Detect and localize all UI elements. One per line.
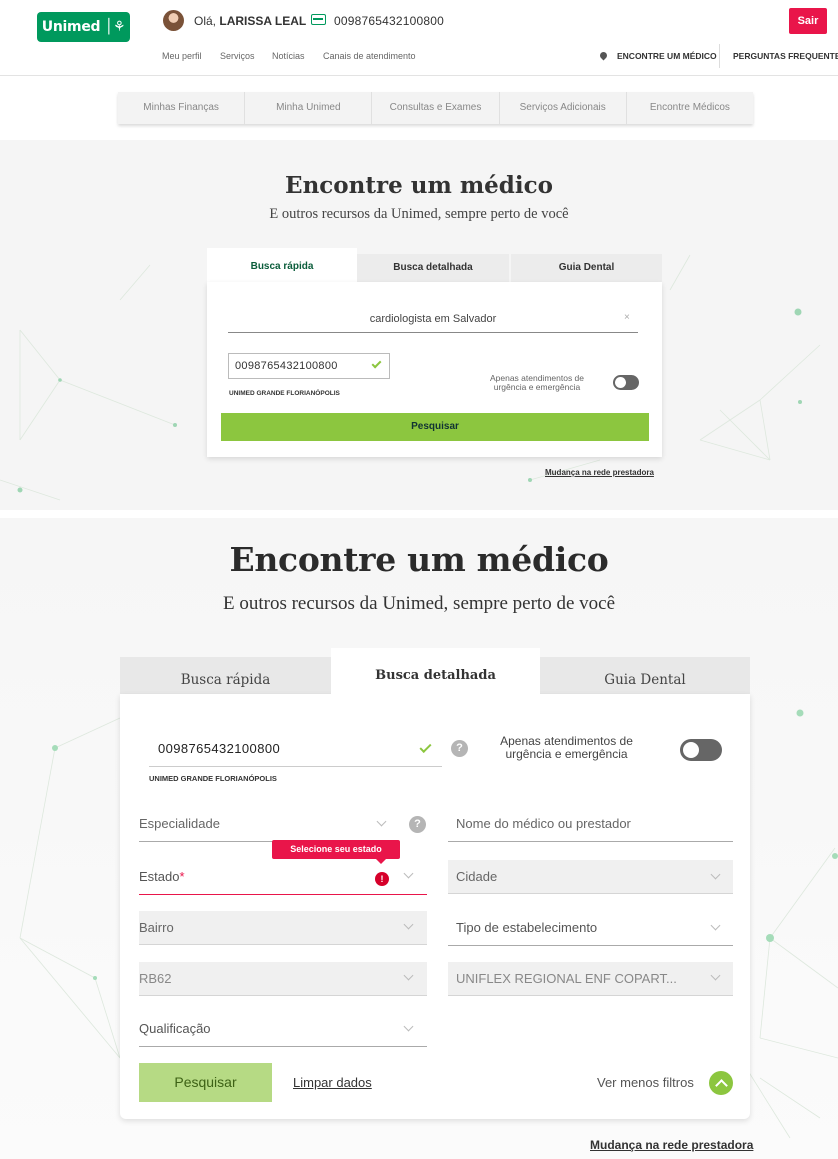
- user-avatar[interactable]: [163, 10, 184, 31]
- card-number-field[interactable]: 0098765432100800: [149, 737, 442, 767]
- detailed-page-subtitle: E outros recursos da Unimed, sempre pert…: [222, 593, 615, 614]
- fewer-filters-label[interactable]: Ver menos filtros: [597, 1075, 694, 1090]
- chevron-up-icon[interactable]: [709, 1071, 733, 1095]
- network-change-link[interactable]: Mudança na rede prestadora: [590, 1138, 753, 1152]
- tab-detailed-search-small[interactable]: Busca detalhada: [357, 254, 509, 282]
- nav-link-profile[interactable]: Meu perfil: [162, 51, 202, 61]
- network-change-link-small[interactable]: Mudança na rede prestadora: [545, 468, 654, 477]
- card-help-icon[interactable]: ?: [451, 740, 468, 757]
- required-mark: *: [179, 869, 185, 884]
- main-tab-my-unimed[interactable]: Minha Unimed: [245, 92, 373, 124]
- header-card-number[interactable]: 0098765432100800: [334, 14, 444, 28]
- operator-name: UNIMED GRANDE FLORIANÓPOLIS: [149, 774, 277, 783]
- clear-data-link[interactable]: Limpar dados: [293, 1075, 372, 1090]
- urgency-only-label: Apenas atendimentos de urgência e emergê…: [500, 734, 633, 761]
- nav-link-services[interactable]: Serviços: [220, 51, 255, 61]
- urgency-toggle[interactable]: [680, 739, 722, 761]
- tab-detailed-search[interactable]: Busca detalhada: [331, 648, 540, 706]
- urgency-toggle-small[interactable]: [613, 375, 639, 390]
- health-card-icon: [311, 14, 326, 25]
- quick-page-title: Encontre um médico: [285, 172, 553, 199]
- quick-search-input[interactable]: cardiologista em Salvador: [228, 306, 638, 333]
- header-divider: [719, 44, 720, 68]
- quick-search-tabs: Busca detalhada Guia Dental Busca rápida: [207, 248, 662, 282]
- unimed-logo[interactable]: Unimed │⚘: [37, 12, 130, 42]
- specialty-select[interactable]: Especialidade: [139, 804, 392, 842]
- greeting-prefix: Olá,: [194, 14, 217, 28]
- city-select[interactable]: Cidade: [448, 860, 733, 894]
- operator-name-small: UNIMED GRANDE FLORIANÓPOLIS: [229, 390, 340, 397]
- state-label: Estado: [139, 869, 180, 884]
- logout-button[interactable]: Sair: [789, 8, 827, 34]
- main-tab-finances[interactable]: Minhas Finanças: [118, 92, 246, 124]
- user-name[interactable]: LARISSA LEAL: [219, 14, 306, 28]
- user-greeting: Olá, LARISSA LEAL: [194, 14, 306, 28]
- establishment-type-select[interactable]: Tipo de estabelecimento: [448, 908, 733, 946]
- doctor-name-input[interactable]: Nome do médico ou prestador: [448, 804, 733, 842]
- main-tabs: Minhas Finanças Minha Unimed Consultas e…: [118, 92, 753, 124]
- search-button[interactable]: Pesquisar: [139, 1063, 272, 1102]
- nav-link-news[interactable]: Notícias: [272, 51, 305, 61]
- neighborhood-select[interactable]: Bairro: [139, 911, 427, 945]
- search-button-small[interactable]: Pesquisar: [221, 413, 649, 441]
- card-number-field-small[interactable]: 0098765432100800: [228, 353, 390, 379]
- plan-select[interactable]: UNIFLEX REGIONAL ENF COPART...: [448, 962, 733, 996]
- main-tab-find-doctors[interactable]: Encontre Médicos: [627, 92, 753, 124]
- tab-dental-guide-small[interactable]: Guia Dental: [511, 254, 662, 282]
- state-error-icon: !: [375, 872, 389, 886]
- faq-link[interactable]: PERGUNTAS FREQUENTES: [733, 51, 838, 61]
- specialty-help-icon[interactable]: ?: [409, 816, 426, 833]
- quick-page-subtitle: E outros recursos da Unimed, sempre pert…: [269, 206, 569, 222]
- network-select[interactable]: RB62: [139, 962, 427, 996]
- detailed-page-title: Encontre um médico: [229, 540, 609, 579]
- clear-search-icon[interactable]: ×: [624, 312, 630, 323]
- find-doctor-link[interactable]: ENCONTRE UM MÉDICO: [617, 51, 717, 61]
- main-tab-additional-services[interactable]: Serviços Adicionais: [500, 92, 627, 124]
- main-tab-appointments-exams[interactable]: Consultas e Exames: [372, 92, 500, 124]
- nav-link-service-channels[interactable]: Canais de atendimento: [323, 51, 416, 61]
- urgency-only-label-small: Apenas atendimentos de urgência e emergê…: [489, 373, 585, 392]
- qualification-select[interactable]: Qualificação: [139, 1009, 427, 1047]
- tab-quick-search-small[interactable]: Busca rápida: [207, 248, 357, 282]
